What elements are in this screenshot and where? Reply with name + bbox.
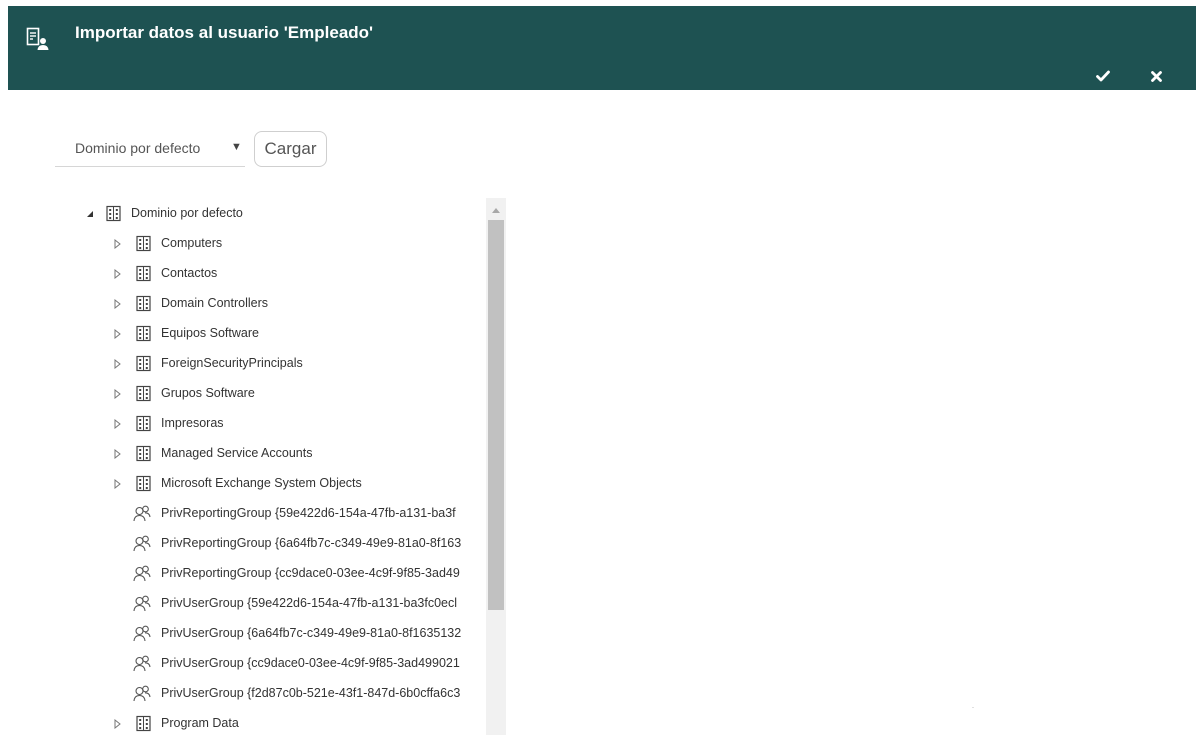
tree-item[interactable]: Domain Controllers: [60, 293, 486, 315]
user-document-icon: [25, 26, 51, 52]
tree-item-label: ForeignSecurityPrincipals: [161, 356, 303, 370]
collapsed-arrow-icon[interactable]: [112, 328, 122, 340]
domain-select[interactable]: Dominio por defecto ▼: [55, 133, 245, 167]
collapsed-arrow-icon[interactable]: [112, 478, 122, 490]
collapsed-arrow-icon[interactable]: [112, 298, 122, 310]
collapsed-arrow-icon[interactable]: [112, 718, 122, 730]
tree-item-label: PrivUserGroup {cc9dace0-03ee-4c9f-9f85-3…: [161, 656, 460, 670]
building-icon: [105, 205, 122, 222]
building-icon: [135, 295, 152, 312]
group-icon: [133, 535, 151, 552]
tree-item-label: Contactos: [161, 266, 218, 280]
building-icon: [135, 715, 152, 732]
building-icon: [135, 415, 152, 432]
group-icon: [133, 565, 151, 582]
tree-item[interactable]: PrivReportingGroup {6a64fb7c-c349-49e9-8…: [60, 533, 486, 555]
building-icon: [135, 385, 152, 402]
close-button[interactable]: [1146, 66, 1166, 86]
group-icon: [133, 595, 151, 612]
tree-item-label: PrivUserGroup {59e422d6-154a-47fb-a131-b…: [161, 596, 458, 610]
collapsed-arrow-icon[interactable]: [112, 418, 122, 430]
tree-item-label: Equipos Software: [161, 326, 259, 340]
caret-down-icon: ▼: [231, 141, 242, 153]
tree-item-label: Computers: [161, 236, 223, 250]
collapsed-arrow-icon[interactable]: [112, 388, 122, 400]
tree-item-label: PrivReportingGroup {59e422d6-154a-47fb-a…: [161, 506, 456, 520]
collapsed-arrow-icon[interactable]: [112, 358, 122, 370]
collapsed-arrow-icon[interactable]: [112, 268, 122, 280]
dialog-header: Importar datos al usuario 'Empleado': [8, 6, 1196, 90]
building-icon: [135, 475, 152, 492]
tree-item-label: PrivUserGroup {f2d87c0b-521e-43f1-847d-6…: [161, 686, 461, 700]
tree-item[interactable]: Managed Service Accounts: [60, 443, 486, 465]
tree-scrollbar[interactable]: [486, 198, 506, 735]
building-icon: [135, 445, 152, 462]
tree-root[interactable]: Dominio por defecto: [60, 203, 480, 225]
group-icon: [133, 625, 151, 642]
group-icon: [133, 655, 151, 672]
tree-item-label: Domain Controllers: [161, 296, 268, 310]
tree-item-label: Managed Service Accounts: [161, 446, 313, 460]
tree-item[interactable]: Grupos Software: [60, 383, 486, 405]
group-icon: [133, 505, 151, 522]
tree-item[interactable]: PrivUserGroup {cc9dace0-03ee-4c9f-9f85-3…: [60, 653, 486, 675]
tree-item[interactable]: Computers: [60, 233, 486, 255]
tree-item[interactable]: PrivReportingGroup {cc9dace0-03ee-4c9f-9…: [60, 563, 486, 585]
divider-mark: [972, 707, 974, 708]
building-icon: [135, 265, 152, 282]
dialog-title: Importar datos al usuario 'Empleado': [75, 23, 374, 42]
tree-item[interactable]: PrivReportingGroup {59e422d6-154a-47fb-a…: [60, 503, 486, 525]
tree-item-label: Grupos Software: [161, 386, 255, 400]
tree-item[interactable]: Equipos Software: [60, 323, 486, 345]
tree-item[interactable]: PrivUserGroup {6a64fb7c-c349-49e9-81a0-8…: [60, 623, 486, 645]
confirm-button[interactable]: [1093, 66, 1113, 86]
collapsed-arrow-icon[interactable]: [112, 238, 122, 250]
expanded-arrow-icon[interactable]: [85, 208, 95, 218]
tree-item[interactable]: Contactos: [60, 263, 486, 285]
group-icon: [133, 685, 151, 702]
tree-item-label: Impresoras: [161, 416, 224, 430]
building-icon: [135, 235, 152, 252]
tree-item[interactable]: Program Data: [60, 713, 486, 735]
tree-item[interactable]: Impresoras: [60, 413, 486, 435]
check-icon: [1096, 70, 1110, 82]
tree-item[interactable]: PrivUserGroup {f2d87c0b-521e-43f1-847d-6…: [60, 683, 486, 705]
tree-root-label: Dominio por defecto: [131, 206, 243, 220]
load-button[interactable]: Cargar: [254, 131, 327, 167]
building-icon: [135, 355, 152, 372]
scroll-up-icon[interactable]: [486, 204, 506, 216]
tree-item-label: Microsoft Exchange System Objects: [161, 476, 362, 490]
tree-item[interactable]: Microsoft Exchange System Objects: [60, 473, 486, 495]
domain-select-value: Dominio por defecto: [75, 140, 201, 156]
tree-item-label: PrivReportingGroup {cc9dace0-03ee-4c9f-9…: [161, 566, 460, 580]
tree-item-label: PrivReportingGroup {6a64fb7c-c349-49e9-8…: [161, 536, 462, 550]
scrollbar-thumb[interactable]: [488, 220, 504, 610]
tree-item[interactable]: ForeignSecurityPrincipals: [60, 353, 486, 375]
collapsed-arrow-icon[interactable]: [112, 448, 122, 460]
tree-item-label: Program Data: [161, 716, 239, 730]
domain-tree: Dominio por defecto Computers Contactos Do…: [60, 198, 506, 735]
tree-item-label: PrivUserGroup {6a64fb7c-c349-49e9-81a0-8…: [161, 626, 462, 640]
tree-item[interactable]: PrivUserGroup {59e422d6-154a-47fb-a131-b…: [60, 593, 486, 615]
building-icon: [135, 325, 152, 342]
close-icon: [1150, 70, 1162, 82]
